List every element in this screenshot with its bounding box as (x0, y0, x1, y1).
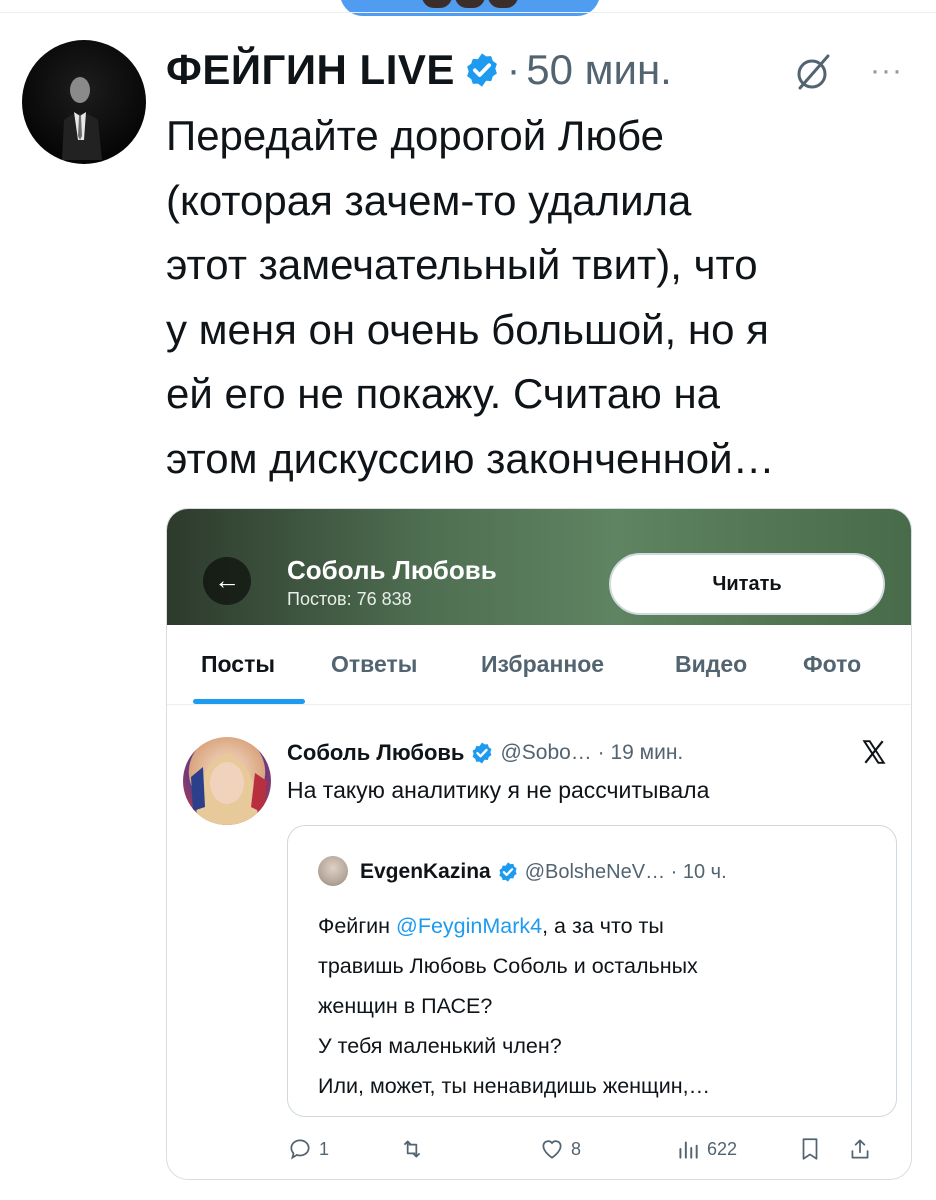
more-options-icon[interactable]: ··· (870, 54, 903, 88)
post-text-line: ей его не покажу. Считаю на (166, 370, 720, 417)
views-count: 622 (707, 1138, 738, 1159)
post-text-line: этот замечательный твит), что (166, 241, 758, 288)
share-action (847, 1133, 879, 1165)
post-header: ФЕЙГИН LIVE · 50 мин. (166, 40, 672, 100)
post-time[interactable]: 50 мин. (526, 46, 672, 94)
follow-button: Читать (609, 553, 885, 615)
profile-posts-count: Постов: 76 838 (287, 589, 412, 609)
bookmark-action (797, 1133, 829, 1165)
tab-photo: Фото (803, 651, 862, 677)
quoted-meta: @BolsheNeV… · 10 ч. (524, 860, 727, 883)
quoted-author-name: EvgenKazina (360, 860, 491, 883)
tweet-actions: 1 8 622 (167, 1129, 911, 1169)
quoted-text: Фейгин @FeyginMark4, а за что ты травишь… (318, 906, 888, 1106)
quoted-text-suffix: , а за что ты (542, 914, 664, 938)
attached-screenshot[interactable]: ← Соболь Любовь Постов: 76 838 Читать По… (166, 508, 912, 1180)
quoted-text-line: женщин в ПАСЕ? (318, 994, 493, 1018)
quoted-author-avatar (318, 856, 348, 886)
repost-icon (403, 1140, 421, 1158)
x-logo-icon (862, 740, 886, 764)
post-text-line: этом дискуссию законченной… (166, 434, 775, 482)
reply-icon (290, 1139, 310, 1160)
post-text-line: (которая зачем-то удалила (166, 176, 692, 224)
active-tab-indicator (193, 699, 305, 704)
divider (0, 12, 936, 13)
man-in-suit-image (62, 77, 102, 160)
tweet-header: Соболь Любовь @Sobo… · 19 мин. (287, 737, 683, 769)
separator-dot: · (506, 47, 521, 92)
profile-tabs: Посты Ответы Избранное Видео Фото (167, 625, 911, 705)
share-icon (851, 1139, 869, 1159)
tab-replies: Ответы (331, 651, 418, 677)
quoted-text-line: Или, может, ты ненавидишь женщин,… (318, 1074, 711, 1098)
mention-link: @FeyginMark4 (396, 914, 543, 938)
post-text-line: у меня он очень большой, но я (166, 305, 769, 353)
back-arrow-icon: ← (203, 557, 251, 605)
author-avatar[interactable] (22, 40, 146, 164)
post-text-line: Передайте дорогой Любе (166, 112, 664, 159)
quoted-text-line: травишь Любовь Соболь и остальных (318, 954, 698, 978)
avatar-stack (422, 0, 518, 8)
views-chart-icon (679, 1141, 698, 1159)
tab-posts: Посты (201, 651, 275, 677)
tab-favorites: Избранное (481, 651, 605, 677)
top-notification-pill[interactable] (340, 0, 600, 16)
tweet-text: На такую аналитику я не рассчитывала (287, 777, 710, 803)
post-text: Передайте дорогой Любе (которая зачем-то… (166, 104, 916, 491)
verified-badge-icon (467, 53, 497, 87)
author-name[interactable]: ФЕЙГИН LIVE (166, 46, 455, 94)
like-count: 8 (571, 1138, 582, 1159)
quoted-text-line: Фейгин @FeyginMark4, а за что ты (318, 906, 888, 946)
profile-name: Соболь Любовь (287, 555, 497, 585)
reply-count: 1 (319, 1138, 330, 1159)
heart-icon (542, 1140, 562, 1159)
views-action: 622 (675, 1133, 737, 1165)
quoted-tweet: EvgenKazina @BolsheNeV… · 10 ч. Фейгин @… (287, 825, 897, 1117)
bookmark-icon (802, 1138, 818, 1160)
like-action: 8 (539, 1133, 581, 1165)
reply-action: 1 (287, 1133, 329, 1165)
tab-video: Видео (675, 651, 748, 677)
quoted-text-line: У тебя маленький член? (318, 1034, 562, 1058)
verified-badge-icon (473, 742, 492, 764)
verified-badge-icon (499, 862, 517, 882)
sobol-avatar (183, 737, 271, 825)
quoted-header: EvgenKazina @BolsheNeV… · 10 ч. (360, 856, 727, 888)
woman-portrait-image (191, 753, 267, 825)
repost-action (399, 1133, 431, 1165)
grok-icon[interactable] (792, 50, 836, 94)
quoted-text-prefix: Фейгин (318, 914, 397, 938)
tweet-meta: @Sobo… · 19 мин. (500, 741, 684, 764)
tweet-author-name: Соболь Любовь (287, 740, 465, 765)
